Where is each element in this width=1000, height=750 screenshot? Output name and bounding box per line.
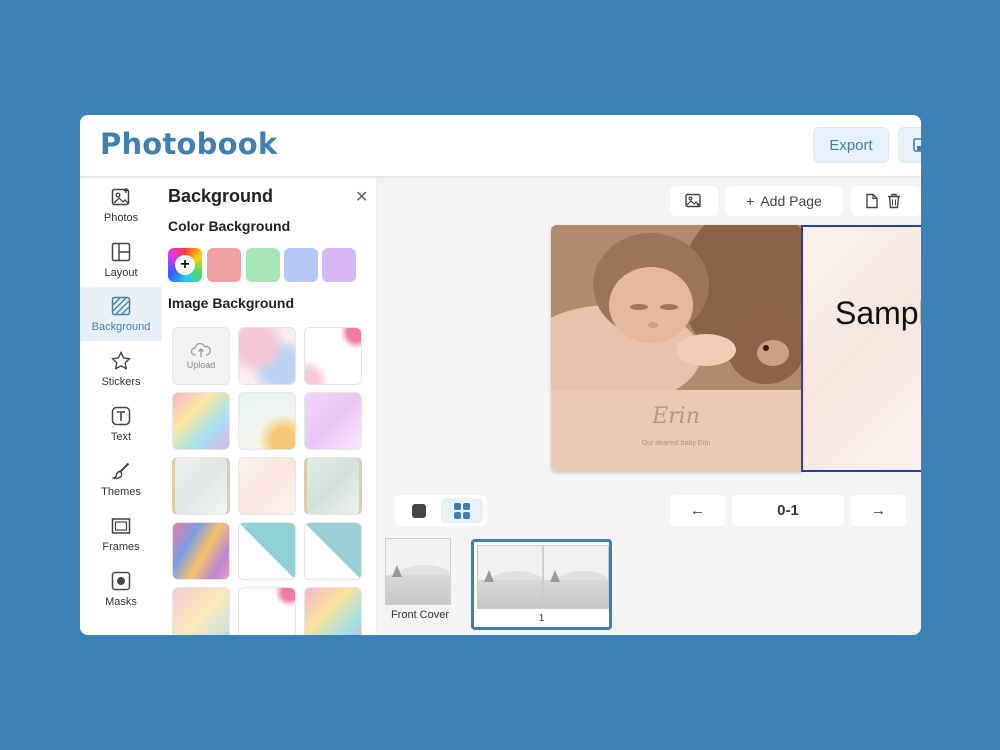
text-icon [110, 405, 132, 427]
sidebar-item-label: Photos [103, 212, 139, 224]
page-actions [851, 186, 921, 216]
header: Photobook Export [80, 115, 921, 178]
front-cover-label: Front Cover [390, 609, 450, 621]
save-icon [913, 138, 921, 152]
sidebar-item-label: Background [91, 321, 151, 333]
spread-left-thumbnail [477, 545, 543, 609]
plus-icon: + [175, 255, 195, 275]
spread-thumbnail-selected[interactable]: 1 [471, 539, 612, 630]
baby-photo[interactable] [551, 225, 801, 405]
background-thumbnail[interactable] [172, 522, 230, 580]
plus-icon: + [746, 193, 755, 209]
caption-area: Erin Our dearest baby Erin [551, 390, 801, 472]
sidebar-item-label: Masks [105, 596, 137, 608]
image-background-heading: Image Background [168, 295, 295, 311]
sidebar-item-label: Text [110, 431, 132, 443]
grid-view-button[interactable] [441, 498, 483, 523]
background-thumbnail[interactable] [238, 457, 296, 515]
sidebar-item-masks[interactable]: Masks [80, 562, 162, 616]
sidebar-item-label: Stickers [101, 376, 141, 388]
next-page-button[interactable]: → [851, 495, 906, 526]
trash-icon[interactable] [887, 193, 901, 209]
background-thumbnail[interactable] [304, 522, 362, 580]
background-thumbnail[interactable] [304, 327, 362, 385]
sample-text[interactable]: Sample [835, 295, 921, 332]
sidebar-item-label: Layout [104, 267, 138, 279]
frame-icon [110, 515, 132, 537]
spread-number: 1 [538, 613, 545, 624]
background-icon [110, 295, 132, 317]
upload-button[interactable]: Upload [172, 327, 230, 385]
replace-photo-button[interactable] [670, 186, 718, 216]
color-swatch-green[interactable] [246, 248, 280, 282]
single-page-icon [412, 503, 426, 518]
background-thumbnail[interactable] [172, 392, 230, 450]
brush-icon [110, 460, 132, 482]
thumbnail-land [478, 580, 542, 608]
caption-name[interactable]: Erin [551, 404, 801, 429]
duplicate-icon[interactable] [865, 193, 879, 209]
app-title: Photobook [100, 127, 278, 161]
color-swatch-red[interactable] [207, 248, 241, 282]
sidebar-item-background[interactable]: Background [80, 287, 162, 341]
sidebar-item-themes[interactable]: Themes [80, 452, 162, 506]
app-window: Photobook Export Photos Layout Backgroun… [80, 115, 921, 635]
page-indicator: 0-1 [732, 495, 844, 526]
spread-right-thumbnail [543, 545, 609, 609]
sidebar-item-frames[interactable]: Frames [80, 507, 162, 561]
close-icon[interactable]: ✕ [355, 187, 368, 207]
tree-icon [392, 565, 402, 577]
custom-color-button[interactable]: + [168, 248, 202, 282]
color-background-heading: Color Background [168, 218, 291, 234]
save-button[interactable] [898, 127, 921, 163]
thumbnail-land [544, 580, 608, 608]
front-cover-thumbnail[interactable] [385, 538, 451, 605]
sidebar-item-layout[interactable]: Layout [80, 233, 162, 287]
background-thumbnail[interactable] [238, 327, 296, 385]
sidebar-item-photos[interactable]: Photos [80, 178, 162, 232]
star-icon [110, 350, 132, 372]
grid-icon [454, 502, 470, 519]
sidebar: Photos Layout Background Stickers Text T… [80, 178, 162, 635]
color-swatch-blue[interactable] [284, 248, 318, 282]
layout-icon [110, 241, 132, 263]
add-page-label: Add Page [760, 193, 822, 209]
background-thumbnail[interactable] [172, 587, 230, 635]
background-thumbnail[interactable] [238, 392, 296, 450]
caption-subtitle[interactable]: Our dearest baby Erin [551, 440, 801, 447]
mask-icon [110, 570, 132, 592]
color-swatch-purple[interactable] [322, 248, 356, 282]
sidebar-item-label: Themes [101, 486, 141, 498]
single-view-button[interactable] [401, 498, 437, 523]
export-button[interactable]: Export [813, 127, 889, 163]
upload-label: Upload [186, 360, 216, 370]
tree-icon [550, 570, 560, 582]
image-edit-icon [685, 193, 701, 208]
thumbnail-land [386, 574, 450, 604]
tree-icon [484, 570, 494, 582]
editor-canvas: + Add Page Erin Our dearest baby Erin Sa… [377, 178, 921, 635]
photo-illustration [551, 225, 801, 405]
add-page-button[interactable]: + Add Page [725, 186, 843, 216]
sidebar-item-text[interactable]: Text [80, 397, 162, 451]
background-thumbnail[interactable] [238, 522, 296, 580]
background-thumbnail[interactable] [238, 587, 296, 635]
background-thumbnail[interactable] [304, 457, 362, 515]
right-page[interactable]: Sample [801, 225, 921, 472]
left-page[interactable]: Erin Our dearest baby Erin [551, 225, 801, 472]
background-thumbnail[interactable] [172, 457, 230, 515]
sidebar-item-stickers[interactable]: Stickers [80, 342, 162, 396]
background-panel: Background ✕ Color Background + Image Ba… [162, 178, 377, 635]
background-thumbnail[interactable] [304, 392, 362, 450]
prev-page-button[interactable]: ← [670, 495, 725, 526]
image-add-icon [110, 186, 132, 208]
view-toggle [395, 495, 487, 526]
sidebar-item-label: Frames [102, 541, 140, 553]
panel-title: Background [168, 186, 274, 206]
background-thumbnail[interactable] [304, 587, 362, 635]
cloud-upload-icon [191, 342, 211, 357]
